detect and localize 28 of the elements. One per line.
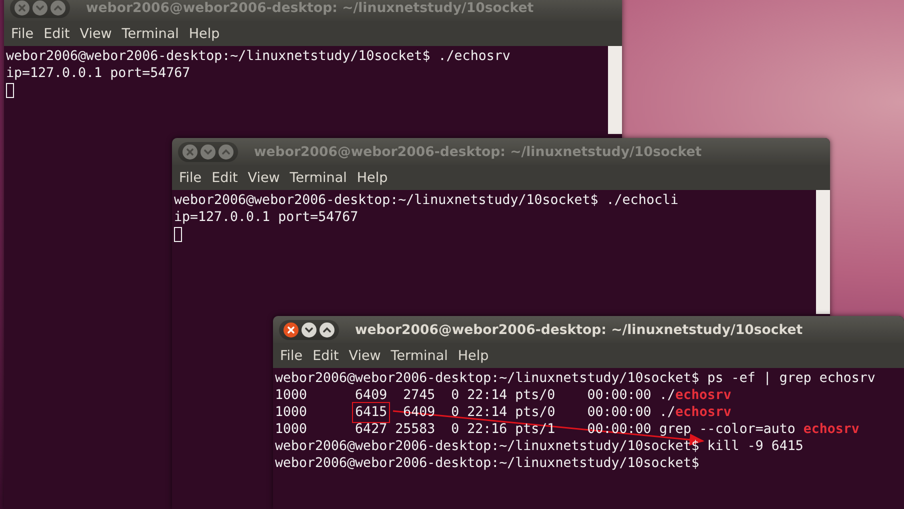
menu-item[interactable]: Help xyxy=(352,168,393,188)
menu-item[interactable]: Terminal xyxy=(386,346,453,366)
menu-item[interactable]: Help xyxy=(452,346,494,366)
menu-item[interactable]: Edit xyxy=(38,24,75,44)
terminal-line: webor2006@webor2006-desktop:~/linuxnetstudy/10socket$ xyxy=(275,455,700,472)
terminal-line: webor2006@webor2006-desktop:~/linuxnetstudy/10socket$ kill -9 6415 xyxy=(275,438,804,455)
terminal-line: webor2006@webor2006-desktop:~/linuxnetstudy/10socket$ ps -ef | grep echosrv xyxy=(275,370,876,387)
window-title: webor2006@webor2006-desktop: ~/linuxnetstudy/10socket xyxy=(86,0,534,16)
scrollbar[interactable] xyxy=(608,46,622,134)
window-title: webor2006@webor2006-desktop: ~/linuxnetstudy/10socket xyxy=(254,144,702,160)
menu-item[interactable]: Help xyxy=(184,24,225,44)
menu-item[interactable]: File xyxy=(6,24,39,44)
menu-item[interactable]: Terminal xyxy=(116,24,184,44)
terminal-line: ip=127.0.0.1 port=54767 xyxy=(174,209,358,226)
window-title: webor2006@webor2006-desktop: ~/linuxnetstudy/10socket xyxy=(355,322,803,338)
terminal-line: webor2006@webor2006-desktop:~/linuxnetstudy/10socket$ ./echosrv xyxy=(6,48,510,65)
menu-item[interactable]: Terminal xyxy=(284,168,352,188)
menu-item[interactable]: View xyxy=(344,346,386,366)
menu-item[interactable]: File xyxy=(174,168,207,188)
scrollbar[interactable] xyxy=(816,190,830,314)
menu-item[interactable]: View xyxy=(242,168,285,188)
terminal-line: 1000 6409 2745 0 22:14 pts/0 00:00:00 ./echosrv xyxy=(275,387,732,404)
terminal-line: webor2006@webor2006-desktop:~/linuxnetstudy/10socket$ ./echocli xyxy=(174,192,678,209)
menu-item[interactable]: View xyxy=(74,24,117,44)
menu-item[interactable]: Edit xyxy=(308,346,344,366)
menu-item[interactable]: Edit xyxy=(206,168,243,188)
menu-item[interactable]: File xyxy=(275,346,308,366)
terminal-line: ip=127.0.0.1 port=54767 xyxy=(6,65,190,82)
